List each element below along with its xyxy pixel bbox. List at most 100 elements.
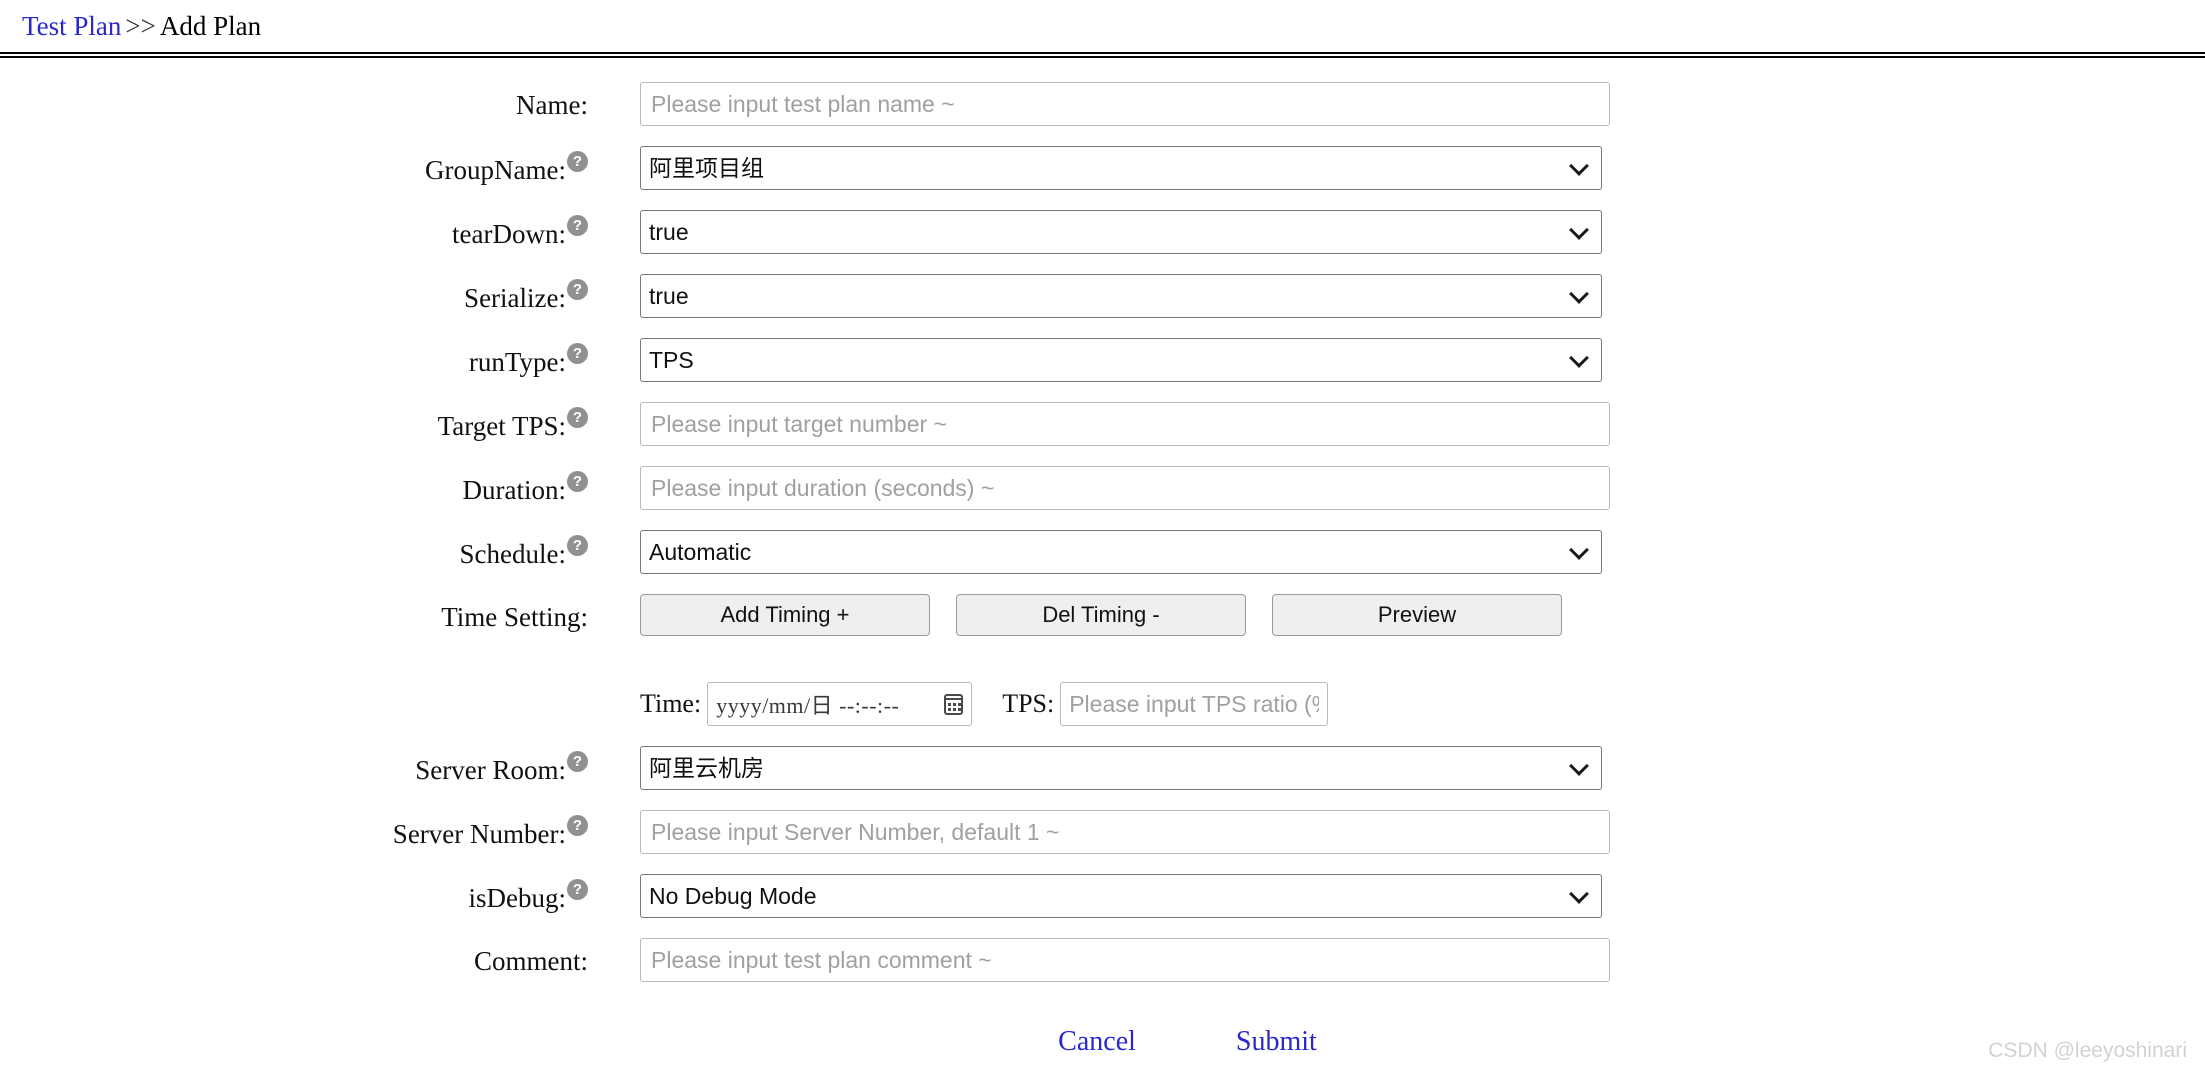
breadcrumb-separator: >> [125, 11, 156, 41]
form-row-target-tps: Target TPS:? [0, 402, 2205, 447]
time-setting-buttons: Add Timing + Del Timing - Preview [640, 594, 2205, 637]
label-isdebug: isDebug:? [0, 874, 588, 914]
watermark: CSDN @leeyoshinari [1988, 1039, 2187, 1062]
select-serialize[interactable]: true [640, 274, 1602, 319]
label-duration-text: Duration: [462, 475, 566, 506]
select-wrap-runtype: TPS [640, 338, 1602, 383]
label-schedule: Schedule:? [0, 530, 588, 570]
label-time-setting: Time Setting: [0, 594, 588, 633]
field-groupname: 阿里项目组 [588, 146, 2205, 191]
field-timing-entry: Time: yyyy/mm/日 --:--:-- TPS: [588, 656, 2205, 727]
help-icon-server-number[interactable]: ? [567, 815, 588, 837]
del-timing-button[interactable]: Del Timing - [956, 594, 1246, 637]
breadcrumb: Test Plan >> Add Plan [0, 0, 2205, 42]
label-schedule-text: Schedule: [459, 539, 566, 570]
field-teardown: true [588, 210, 2205, 255]
help-icon-server-room[interactable]: ? [567, 751, 588, 773]
help-icon-duration[interactable]: ? [567, 471, 588, 493]
datetime-input[interactable]: yyyy/mm/日 --:--:-- [707, 682, 973, 727]
cancel-button[interactable]: Cancel [1058, 1026, 1136, 1058]
breadcrumb-current-add-plan: Add Plan [159, 11, 262, 41]
form-row-teardown: tearDown:? true [0, 210, 2205, 255]
label-groupname: GroupName:? [0, 146, 588, 186]
select-isdebug[interactable]: No Debug Mode [640, 874, 1602, 919]
label-time-setting-text: Time Setting: [441, 602, 588, 633]
form-row-serialize: Serialize:? true [0, 274, 2205, 319]
select-groupname[interactable]: 阿里项目组 [640, 146, 1602, 191]
timing-entry: Time: yyyy/mm/日 --:--:-- TPS: [588, 682, 2205, 727]
breadcrumb-link-test-plan[interactable]: Test Plan [22, 11, 121, 41]
input-name[interactable] [640, 82, 1610, 127]
help-icon-target-tps[interactable]: ? [567, 407, 588, 429]
form-row-time-setting: Time Setting: Add Timing + Del Timing - … [0, 594, 2205, 637]
help-icon-teardown[interactable]: ? [567, 215, 588, 237]
select-teardown[interactable]: true [640, 210, 1602, 255]
datetime-date-part: yyyy/mm/日 [716, 693, 834, 719]
form-row-isdebug: isDebug:? No Debug Mode [0, 874, 2205, 919]
field-server-number [588, 810, 2205, 855]
label-name: Name: [0, 82, 588, 121]
label-groupname-text: GroupName: [425, 155, 566, 186]
field-runtype: TPS [588, 338, 2205, 383]
form-row-groupname: GroupName:? 阿里项目组 [0, 146, 2205, 191]
calendar-icon[interactable] [944, 693, 964, 715]
field-schedule: Automatic [588, 530, 2205, 575]
input-target-tps[interactable] [640, 402, 1610, 447]
help-icon-groupname[interactable]: ? [567, 151, 588, 173]
select-schedule[interactable]: Automatic [640, 530, 1602, 575]
help-icon-runtype[interactable]: ? [567, 343, 588, 365]
preview-button[interactable]: Preview [1272, 594, 1562, 637]
form-row-server-number: Server Number:? [0, 810, 2205, 855]
label-serialize-text: Serialize: [464, 283, 566, 314]
label-comment-text: Comment: [474, 946, 588, 977]
label-runtype-text: runType: [468, 347, 566, 378]
label-server-room-text: Server Room: [415, 755, 566, 786]
form-row-schedule: Schedule:? Automatic [0, 530, 2205, 575]
form-row-server-room: Server Room:? 阿里云机房 [0, 746, 2205, 791]
select-server-room[interactable]: 阿里云机房 [640, 746, 1602, 791]
form-row-duration: Duration:? [0, 466, 2205, 511]
field-time-setting: Add Timing + Del Timing - Preview [588, 594, 2205, 637]
label-duration: Duration:? [0, 466, 588, 506]
add-timing-button[interactable]: Add Timing + [640, 594, 930, 637]
help-icon-isdebug[interactable]: ? [567, 879, 588, 901]
input-tps-ratio[interactable] [1060, 682, 1329, 727]
field-target-tps [588, 402, 2205, 447]
form-row-comment: Comment: [0, 938, 2205, 983]
label-target-tps: Target TPS:? [0, 402, 588, 442]
input-comment[interactable] [640, 938, 1610, 983]
label-tps-ratio: TPS: [1002, 689, 1055, 719]
form-row-timing-entry: Time: yyyy/mm/日 --:--:-- TPS: [0, 656, 2205, 727]
help-icon-serialize[interactable]: ? [567, 279, 588, 301]
label-runtype: runType:? [0, 338, 588, 378]
add-plan-form: Name: GroupName:? 阿里项目组 tearDown:? [0, 58, 2205, 1058]
label-teardown-text: tearDown: [452, 219, 566, 250]
select-runtype[interactable]: TPS [640, 338, 1602, 383]
select-wrap-server-room: 阿里云机房 [640, 746, 1602, 791]
field-server-room: 阿里云机房 [588, 746, 2205, 791]
select-wrap-serialize: true [640, 274, 1602, 319]
select-wrap-teardown: true [640, 210, 1602, 255]
label-teardown: tearDown:? [0, 210, 588, 250]
submit-button[interactable]: Submit [1236, 1026, 1317, 1058]
select-wrap-schedule: Automatic [640, 530, 1602, 575]
input-server-number[interactable] [640, 810, 1610, 855]
form-row-name: Name: [0, 82, 2205, 127]
label-server-number: Server Number:? [0, 810, 588, 850]
field-name [588, 82, 2205, 127]
select-wrap-groupname: 阿里项目组 [640, 146, 1602, 191]
datetime-time-part: --:--:-- [839, 693, 900, 719]
label-target-tps-text: Target TPS: [437, 411, 566, 442]
select-wrap-isdebug: No Debug Mode [640, 874, 1602, 919]
label-serialize: Serialize:? [0, 274, 588, 314]
datetime-placeholder: yyyy/mm/日 --:--:-- [716, 688, 899, 720]
input-duration[interactable] [640, 466, 1610, 511]
field-isdebug: No Debug Mode [588, 874, 2205, 919]
field-duration [588, 466, 2205, 511]
form-row-runtype: runType:? TPS [0, 338, 2205, 383]
help-icon-schedule[interactable]: ? [567, 535, 588, 557]
label-server-number-text: Server Number: [392, 819, 566, 850]
field-serialize: true [588, 274, 2205, 319]
label-timing-entry-spacer [0, 656, 588, 664]
form-actions: Cancel Submit [0, 1026, 2205, 1058]
